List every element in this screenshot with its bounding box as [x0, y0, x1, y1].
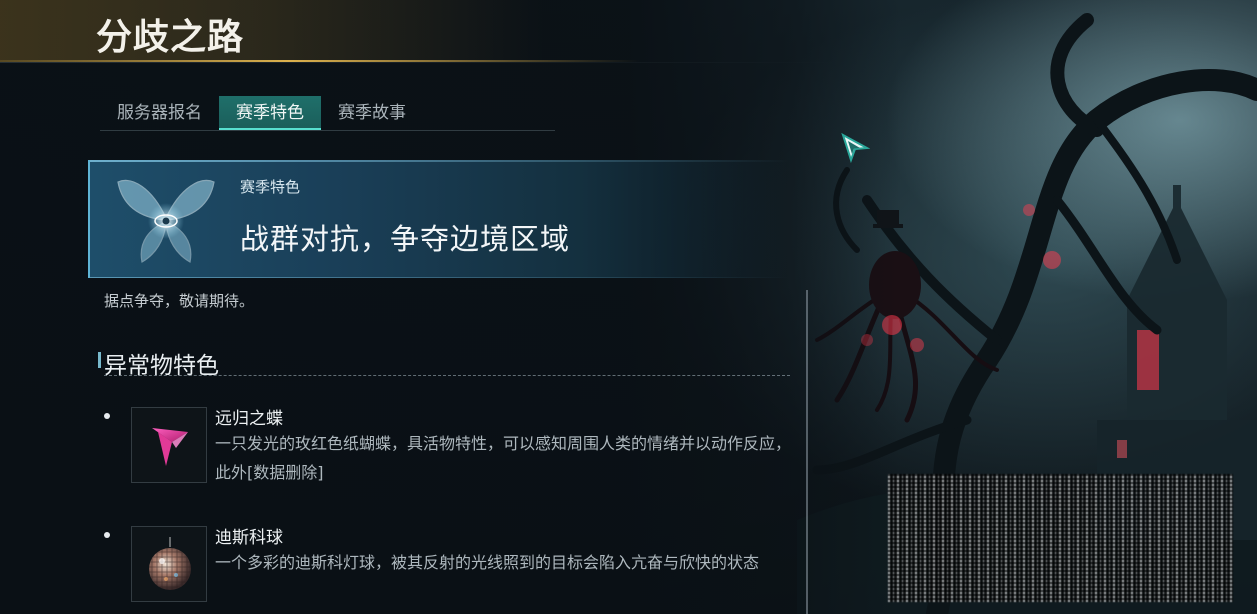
- header-divider: [0, 62, 840, 63]
- tab-server-signup[interactable]: 服务器报名: [100, 96, 219, 130]
- tab-divider: [100, 130, 555, 131]
- item-description: 一个多彩的迪斯科灯球，被其反射的光线照到的目标会陷入亢奋与欣快的状态: [215, 553, 760, 572]
- disco-ball-icon: [149, 537, 191, 590]
- page-title: 分歧之路: [96, 17, 245, 58]
- bullet-dot: [104, 532, 110, 538]
- item-name: 远归之蝶: [215, 409, 283, 429]
- item-description: 一只发光的玫红色纸蝴蝶，具活物特性，可以感知周围人类的情绪并以动作反应，此外[数…: [215, 434, 792, 482]
- cursor-arrow-icon: [841, 132, 870, 164]
- scrollbar[interactable]: [806, 290, 808, 614]
- tab-season-story[interactable]: 赛季故事: [321, 96, 423, 130]
- section-divider: [104, 375, 790, 376]
- section-accent-bar: [98, 352, 101, 368]
- season-feature-banner: 赛季特色 战群对抗，争夺边境区域: [88, 160, 790, 278]
- item-thumbnail: [131, 526, 207, 602]
- item-name: 迪斯科球: [215, 528, 283, 548]
- banner-kicker: 赛季特色: [240, 178, 301, 196]
- tab-bar: 服务器报名 赛季特色 赛季故事: [100, 96, 423, 130]
- banner-headline: 战群对抗，争夺边境区域: [240, 222, 571, 256]
- feature-description: 据点争夺，敬请期待。: [104, 292, 255, 310]
- pink-paper-butterfly-icon: [152, 428, 188, 466]
- butterfly-eye-icon: [117, 180, 215, 263]
- bullet-dot: [104, 413, 110, 419]
- censored-static-noise: [888, 474, 1233, 602]
- tab-season-features[interactable]: 赛季特色: [219, 96, 321, 130]
- item-thumbnail: [131, 407, 207, 483]
